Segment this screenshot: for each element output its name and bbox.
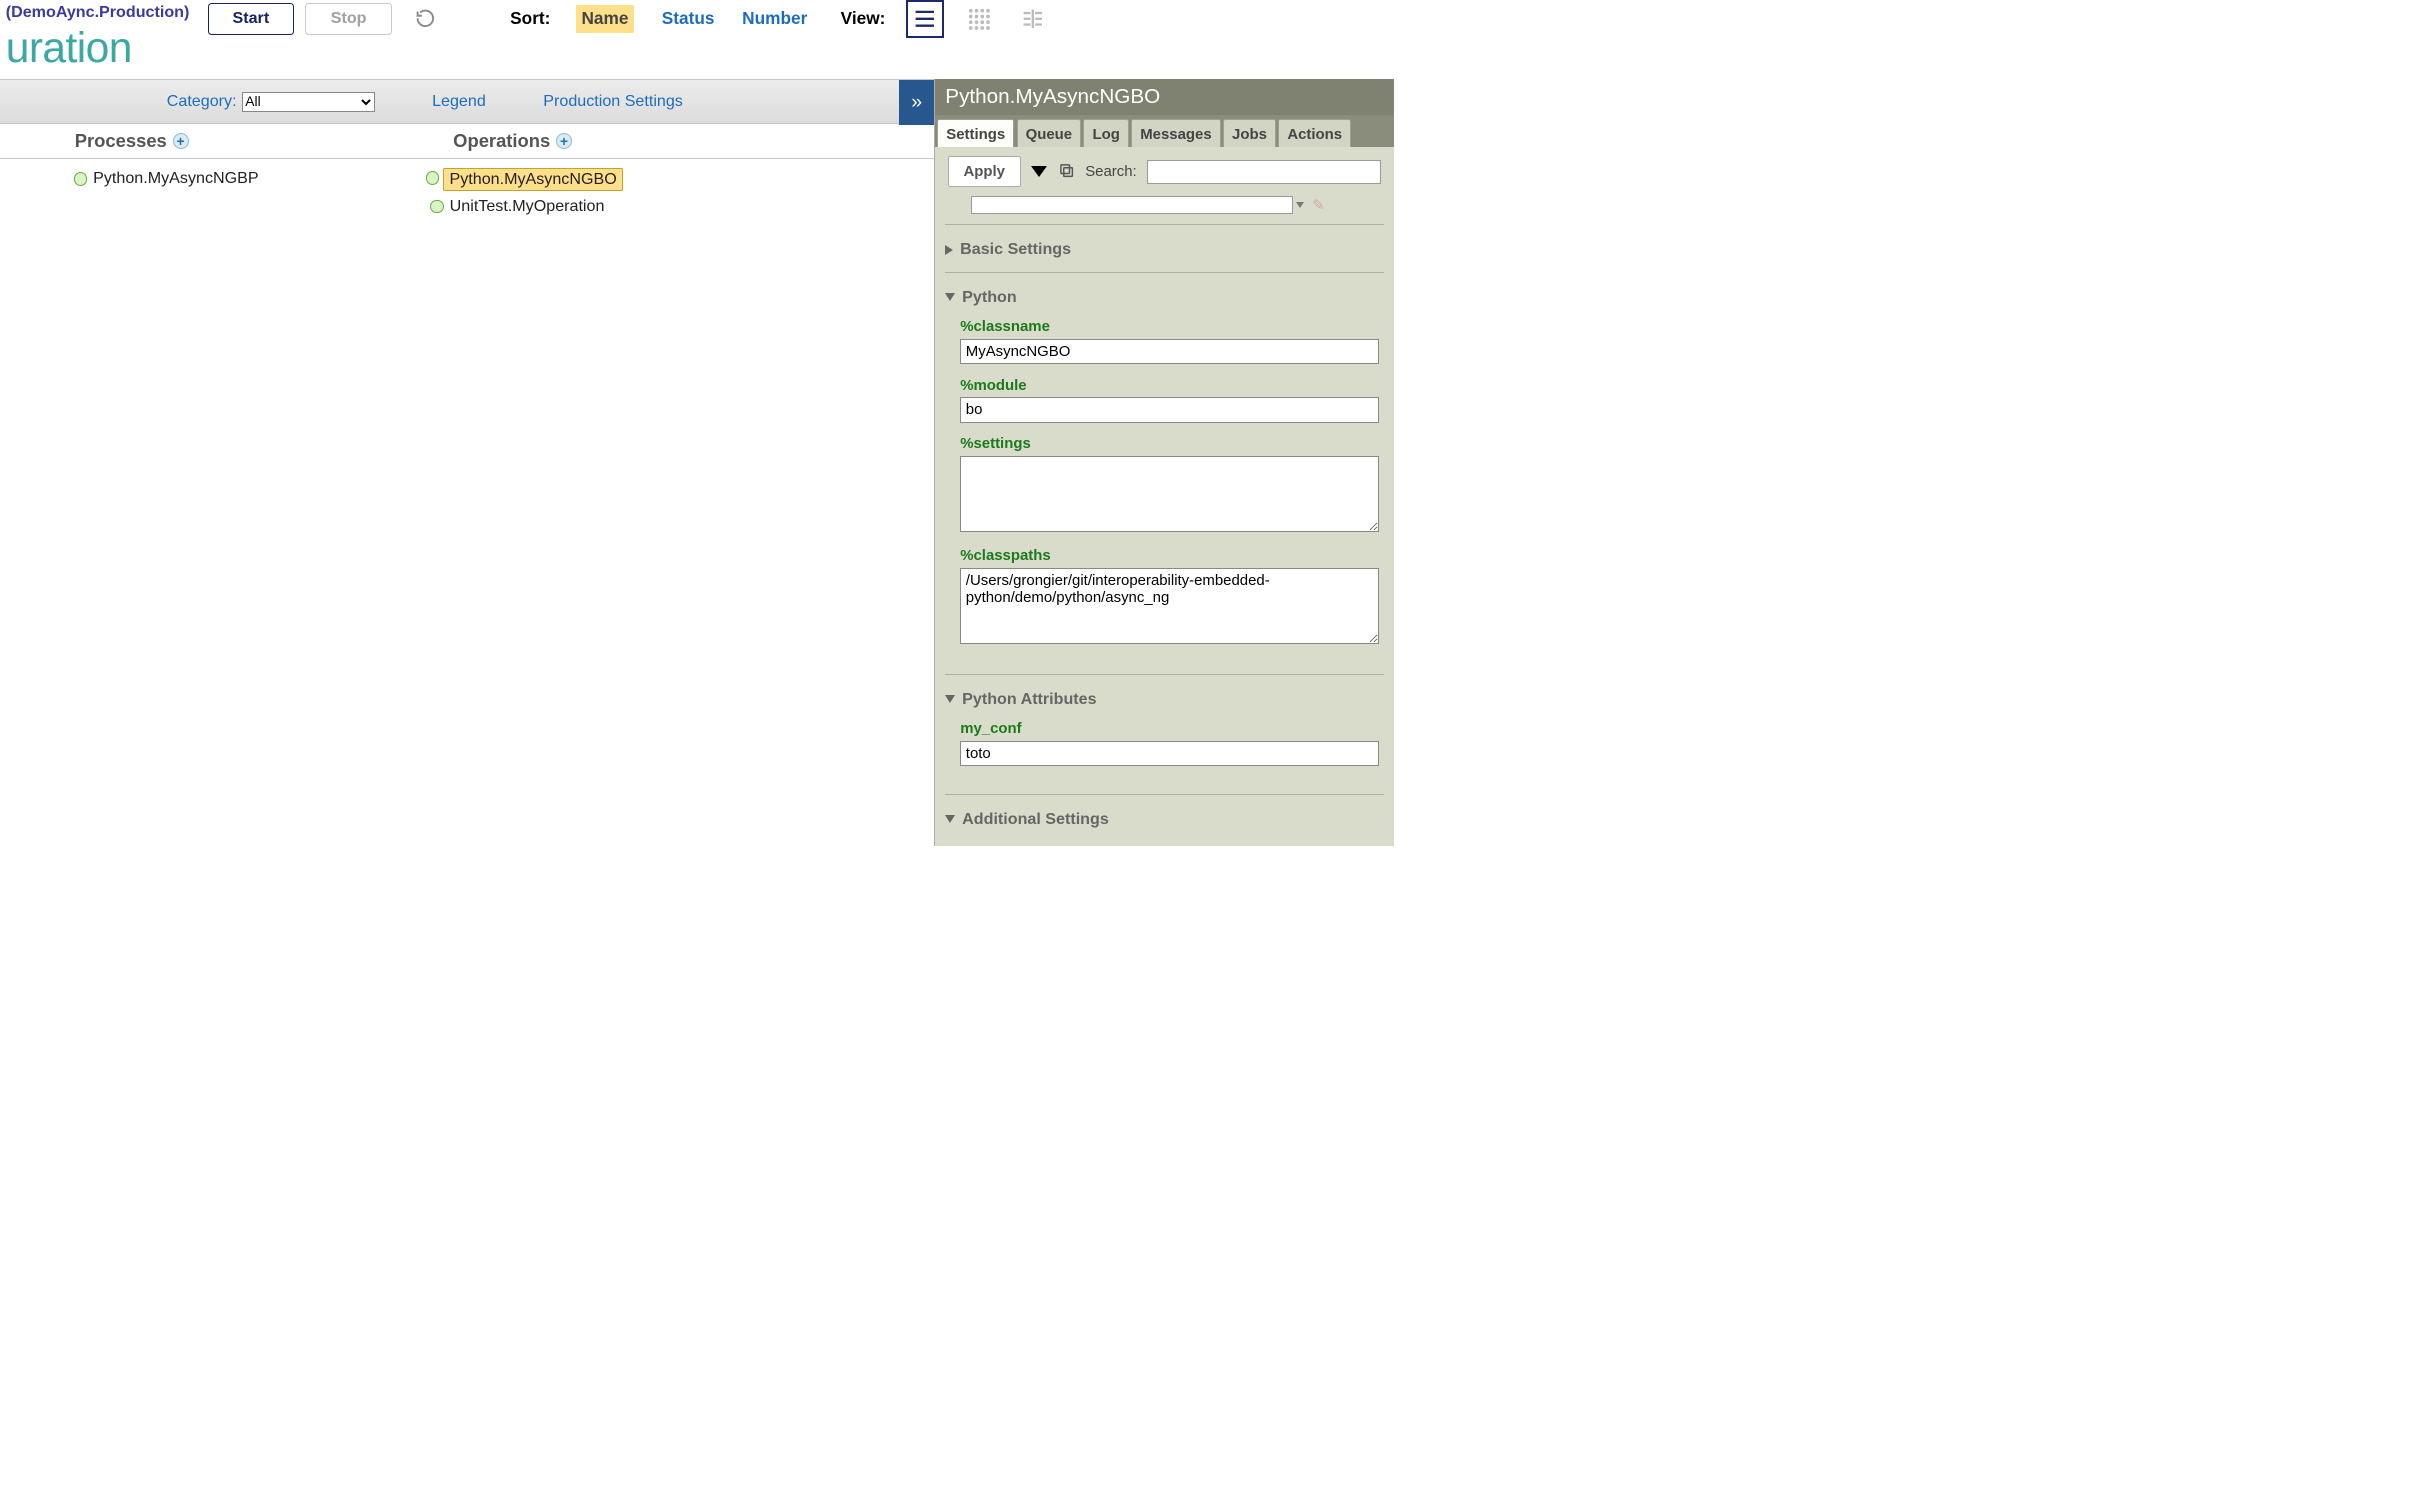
section-python-attributes[interactable]: Python Attributes (945, 690, 1383, 709)
page-title: uration (0, 24, 195, 80)
sort-status[interactable]: Status (662, 8, 715, 29)
classpaths-textarea[interactable] (960, 568, 1379, 645)
operation-node[interactable]: UnitTest.MyOperation (426, 196, 725, 217)
filter-dropdown-icon[interactable] (1296, 202, 1304, 208)
category-label: Category: (167, 92, 237, 111)
section-additional-settings[interactable]: Additional Settings (945, 810, 1383, 829)
filter-input[interactable] (971, 196, 1293, 213)
section-python[interactable]: Python (945, 288, 1383, 307)
add-process-button[interactable]: + (173, 133, 189, 149)
processes-heading: Processes (75, 130, 167, 152)
breadcrumb[interactable]: (DemoAync.Production) (0, 0, 195, 24)
search-input[interactable] (1147, 160, 1381, 184)
expand-right-button[interactable]: » (899, 80, 934, 125)
refresh-icon[interactable] (415, 8, 436, 31)
status-dot-icon (426, 171, 440, 185)
start-button[interactable]: Start (208, 3, 294, 36)
legend-link[interactable]: Legend (432, 92, 486, 111)
node-label: Python.MyAsyncNGBP (93, 169, 258, 188)
sort-number[interactable]: Number (742, 8, 807, 29)
stop-button[interactable]: Stop (305, 3, 391, 36)
view-columns-icon[interactable] (1014, 0, 1052, 38)
module-label: %module (960, 377, 1379, 394)
add-operation-button[interactable]: + (556, 133, 572, 149)
chevron-right-icon: » (911, 91, 922, 114)
production-settings-link[interactable]: Production Settings (543, 92, 683, 111)
tab-jobs[interactable]: Jobs (1223, 119, 1276, 147)
section-title: Python Attributes (962, 690, 1096, 709)
classname-label: %classname (960, 318, 1379, 335)
status-dot-icon (430, 200, 444, 214)
view-label: View: (841, 8, 886, 29)
myconf-input[interactable] (960, 741, 1379, 766)
side-title: Python.MyAsyncNGBO (935, 79, 1394, 115)
section-title: Additional Settings (962, 810, 1109, 829)
settings-label: %settings (960, 435, 1379, 452)
chevron-down-icon (945, 815, 955, 823)
process-node[interactable]: Python.MyAsyncNGBP (69, 168, 368, 189)
tab-actions[interactable]: Actions (1278, 119, 1351, 147)
section-title: Basic Settings (960, 240, 1071, 259)
category-select[interactable]: All (242, 92, 374, 113)
copy-icon[interactable] (1058, 162, 1075, 181)
operation-node-selected[interactable]: Python.MyAsyncNGBO (443, 168, 624, 191)
apply-button[interactable]: Apply (948, 156, 1021, 187)
section-basic-settings[interactable]: Basic Settings (945, 240, 1383, 259)
classpaths-label: %classpaths (960, 547, 1379, 564)
view-grid-icon[interactable] (960, 0, 998, 38)
view-list-icon[interactable] (906, 0, 944, 38)
sort-label: Sort: (510, 8, 550, 29)
dropdown-icon[interactable] (1031, 166, 1047, 177)
chevron-right-icon (945, 245, 953, 255)
status-dot-icon (74, 172, 88, 186)
classname-input[interactable] (960, 339, 1379, 364)
search-label: Search: (1085, 163, 1136, 180)
chevron-down-icon (945, 293, 955, 301)
section-title: Python (962, 288, 1017, 307)
tab-log[interactable]: Log (1083, 119, 1128, 147)
node-label: UnitTest.MyOperation (450, 197, 605, 216)
node-label: Python.MyAsyncNGBO (447, 169, 619, 190)
tab-queue[interactable]: Queue (1017, 119, 1082, 147)
tab-settings[interactable]: Settings (937, 119, 1014, 147)
settings-textarea[interactable] (960, 456, 1379, 533)
sort-name[interactable]: Name (576, 5, 634, 33)
module-input[interactable] (960, 397, 1379, 422)
operations-heading: Operations (453, 130, 550, 152)
myconf-label: my_conf (960, 720, 1379, 737)
tab-messages[interactable]: Messages (1131, 119, 1221, 147)
chevron-down-icon (945, 695, 955, 703)
wand-icon[interactable]: ✎ (1312, 196, 1325, 214)
